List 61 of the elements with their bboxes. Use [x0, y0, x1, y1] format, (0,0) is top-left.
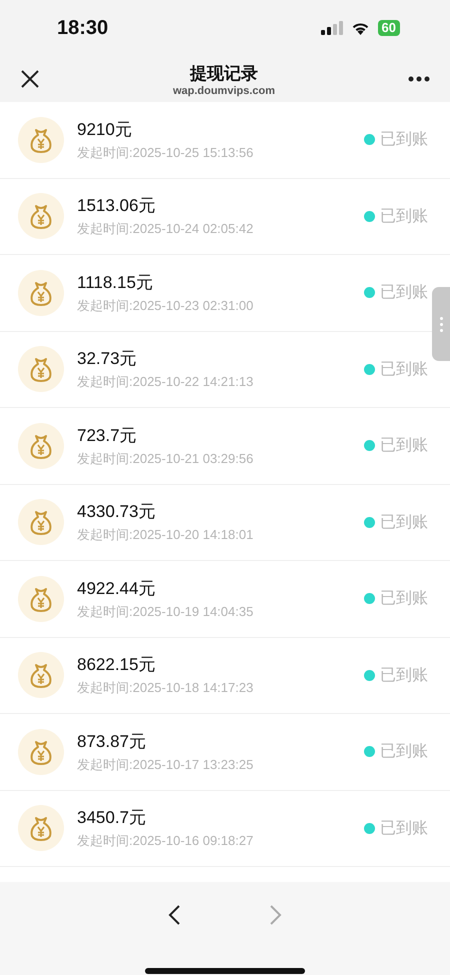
money-bag-icon	[18, 652, 64, 698]
request-time-text: 发起时间:2025-10-24 02:05:42	[77, 220, 254, 238]
status-dot-icon	[364, 210, 375, 222]
money-bag-icon	[18, 346, 64, 392]
amount-text: 9210元	[77, 118, 133, 141]
money-bag-icon	[18, 270, 64, 316]
request-time-text: 发起时间:2025-10-21 03:29:56	[77, 450, 254, 468]
status-dot-icon	[364, 746, 375, 758]
request-time-text: 发起时间:2025-10-18 14:17:23	[77, 679, 254, 698]
status-text: 已到账	[380, 435, 428, 456]
battery-level: 60	[378, 20, 400, 36]
amount-text: 4922.44元	[77, 578, 156, 600]
amount-text: 3450.7元	[77, 807, 147, 830]
money-bag-icon	[18, 422, 64, 469]
amount-text: 1118.15元	[77, 272, 154, 294]
money-bag-icon	[18, 499, 64, 546]
money-bag-icon	[18, 116, 64, 163]
more-icon[interactable]	[408, 76, 430, 82]
amount-text: 1513.06元	[77, 195, 156, 218]
status-dot-icon	[364, 593, 375, 604]
status-dot-icon	[364, 440, 375, 452]
request-time-text: 发起时间:2025-10-17 13:23:25	[77, 756, 254, 774]
status-text: 已到账	[380, 282, 428, 304]
amount-text: 4330.73元	[77, 501, 156, 524]
side-handle[interactable]	[432, 287, 450, 361]
wifi-icon	[350, 21, 370, 35]
status-text: 已到账	[380, 358, 428, 380]
money-bag-icon	[18, 805, 64, 852]
request-time-text: 发起时间:2025-10-25 15:13:56	[77, 144, 254, 162]
status-text: 已到账	[380, 512, 428, 533]
amount-text: 8622.15元	[77, 654, 156, 676]
money-bag-icon	[18, 193, 64, 240]
request-time-text: 发起时间:2025-10-22 14:21:13	[77, 373, 254, 392]
request-time-text: 发起时间:2025-10-20 14:18:01	[77, 526, 254, 544]
status-text: 已到账	[380, 664, 428, 686]
status-dot-icon	[364, 822, 375, 834]
status-text: 已到账	[380, 129, 428, 150]
amount-text: 873.87元	[77, 730, 147, 753]
close-icon[interactable]	[20, 69, 40, 89]
status-dot-icon	[364, 364, 375, 375]
page-title: 提现记录	[190, 62, 258, 84]
amount-text: 723.7元	[77, 424, 138, 447]
money-bag-icon	[18, 576, 64, 622]
request-time-text: 发起时间:2025-10-23 02:31:00	[77, 296, 254, 315]
status-dot-icon	[364, 516, 375, 528]
chevron-left-icon	[167, 904, 181, 926]
request-time-text: 发起时间:2025-10-19 14:04:35	[77, 602, 254, 621]
request-time-text: 发起时间:2025-10-16 09:18:27	[77, 832, 254, 850]
signal-icon	[320, 21, 343, 35]
clock-time: 18:30	[57, 16, 108, 40]
status-dot-icon	[364, 134, 375, 146]
money-bag-icon	[18, 728, 64, 775]
status-dot-icon	[364, 670, 375, 681]
status-text: 已到账	[380, 588, 428, 610]
status-dot-icon	[364, 287, 375, 298]
page-url: wap.doumvips.com	[172, 84, 276, 96]
chevron-right-icon	[269, 904, 283, 926]
status-text: 已到账	[380, 206, 428, 227]
status-text: 已到账	[380, 741, 428, 762]
status-text: 已到账	[380, 818, 428, 839]
amount-text: 32.73元	[77, 348, 138, 370]
